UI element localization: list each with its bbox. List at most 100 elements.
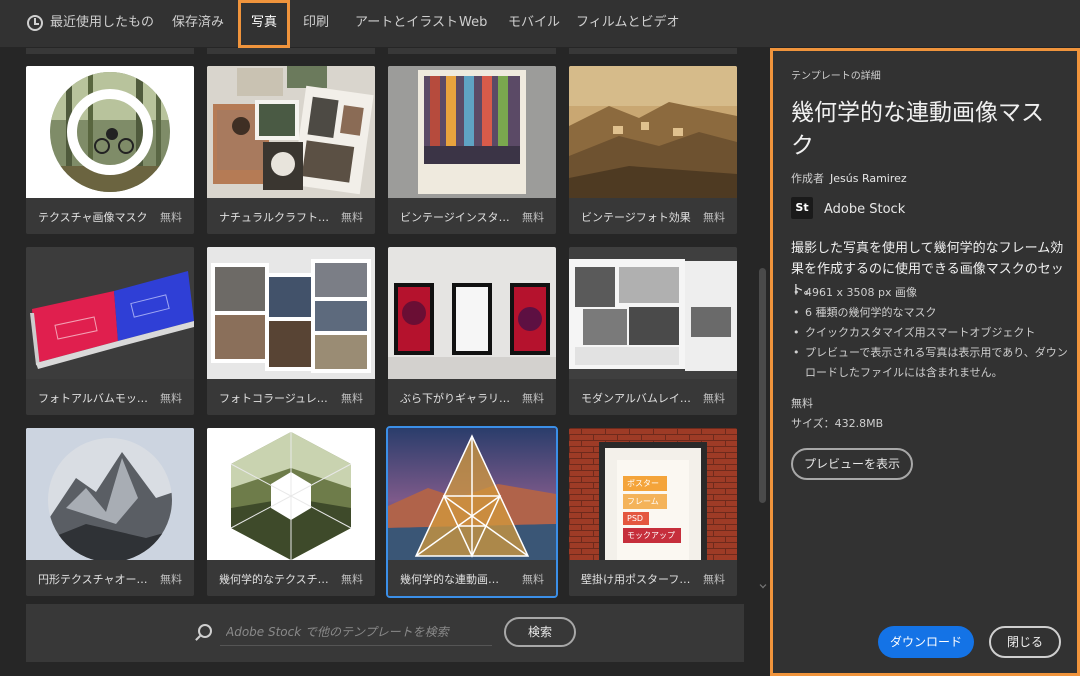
template-card[interactable]: ナチュラルクラフトムード… 無料 — [207, 66, 375, 234]
feature-list: 4961 x 3508 px 画像 6 種類の幾何学的なマスク クイックカスタマ… — [791, 283, 1071, 383]
template-thumbnail — [388, 247, 556, 379]
card-title: フォトアルバムモックア… — [38, 392, 153, 405]
card-title: 円形テクスチャオーバー… — [38, 573, 153, 586]
tab-saved[interactable]: 保存済み — [172, 0, 224, 48]
card-price: 無料 — [522, 573, 544, 586]
card-caption: フォトコラージュレイアウト 無料 — [207, 379, 375, 415]
stock-search-bar: 検索 — [26, 604, 744, 662]
stock-search-input[interactable] — [220, 618, 492, 646]
tab-art[interactable]: アートとイラスト — [355, 0, 458, 48]
card-price: 無料 — [703, 211, 725, 224]
card-caption: 壁掛け用ポスターフレ… 無料 — [569, 560, 737, 596]
template-card[interactable]: ポスター フレーム PSD モックアップ 壁掛け用ポスターフレ… 無料 — [569, 428, 737, 596]
card-title: 壁掛け用ポスターフレ… — [581, 573, 696, 586]
template-grid: テクスチャ画像マスク 無料 ナチュラルクラフトム 無料 ビンテージインスタン 無… — [0, 48, 770, 676]
card-caption: ビンテージインスタント… 無料 — [388, 198, 556, 234]
author-label: 作成者 — [791, 172, 824, 185]
card-price: 無料 — [522, 211, 544, 224]
template-category-tabs: 最近使用したもの 保存済み 写真 印刷 アートとイラスト Web モバイル フィ… — [0, 0, 1080, 48]
clock-icon — [27, 15, 43, 31]
feature-item: 4961 x 3508 px 画像 — [791, 283, 1071, 303]
card-price: 無料 — [341, 573, 363, 586]
download-button[interactable]: ダウンロード — [878, 626, 974, 658]
template-thumbnail — [388, 428, 556, 560]
poster-line: モックアップ — [623, 528, 681, 543]
card-price: 無料 — [341, 392, 363, 405]
panel-header: テンプレートの詳細 — [791, 71, 881, 82]
template-thumbnail — [26, 247, 194, 379]
tab-photo[interactable]: 写真 — [238, 0, 291, 48]
search-icon — [198, 624, 212, 638]
template-card[interactable]: フォトアルバムモックア… 無料 — [26, 247, 194, 415]
template-details-panel: テンプレートの詳細 幾何学的な連動画像マスク 作成者 Jesús Ramirez … — [770, 48, 1080, 676]
card-title: ビンテージフォト効果 — [581, 211, 691, 224]
template-card[interactable]: 幾何学的なテクスチャ… 無料 — [207, 428, 375, 596]
template-thumbnail — [26, 66, 194, 198]
card-title: フォトコラージュレイアウト — [219, 392, 334, 405]
card-title: ぶら下がりギャラリーフ… — [400, 392, 515, 405]
template-title: 幾何学的な連動画像マスク — [791, 100, 1044, 159]
card-price: 無料 — [160, 573, 182, 586]
template-thumbnail: ポスター フレーム PSD モックアップ — [569, 428, 737, 560]
card-title: ビンテージインスタント… — [400, 211, 515, 224]
feature-item: クイックカスタマイズ用スマートオブジェクト — [791, 323, 1071, 343]
card-price: 無料 — [160, 392, 182, 405]
scrollbar-thumb[interactable] — [759, 268, 766, 503]
poster-text-block: ポスター フレーム PSD モックアップ — [623, 476, 703, 543]
card-caption: フォトアルバムモックア… 無料 — [26, 379, 194, 415]
card-caption: ビンテージフォト効果 無料 — [569, 198, 737, 234]
feature-item: 6 種類の幾何学的なマスク — [791, 303, 1071, 323]
author-line: 作成者 Jesús Ramirez — [791, 170, 907, 186]
card-stub — [26, 48, 194, 54]
tab-film[interactable]: フィルムとビデオ — [576, 0, 679, 48]
template-card[interactable]: テクスチャ画像マスク 無料 — [26, 66, 194, 234]
poster-line: フレーム — [623, 494, 667, 509]
card-caption: モダンアルバムレイアウト 無料 — [569, 379, 737, 415]
template-card[interactable]: フォトコラージュレイアウト 無料 — [207, 247, 375, 415]
template-thumbnail — [207, 247, 375, 379]
template-thumbnail — [26, 428, 194, 560]
card-price: 無料 — [522, 392, 544, 405]
template-price: 無料 — [791, 397, 813, 410]
card-caption: ぶら下がりギャラリーフ… 無料 — [388, 379, 556, 415]
card-price: 無料 — [703, 573, 725, 586]
tab-mobile[interactable]: モバイル — [508, 0, 560, 48]
template-thumbnail — [207, 428, 375, 560]
tab-recent[interactable]: 最近使用したもの — [50, 0, 154, 48]
search-button[interactable]: 検索 — [504, 617, 576, 647]
template-thumbnail — [388, 66, 556, 198]
card-title: モダンアルバムレイアウト — [581, 392, 696, 405]
card-title: 幾何学的な連動画… — [400, 573, 499, 586]
template-card[interactable]: モダンアルバムレイアウト 無料 — [569, 247, 737, 415]
poster-line: ポスター — [623, 476, 667, 491]
card-caption: ナチュラルクラフトムード… 無料 — [207, 198, 375, 234]
template-thumbnail — [207, 66, 375, 198]
template-size: サイズ：432.8MB — [791, 417, 884, 430]
source-name: Adobe Stock — [824, 202, 906, 217]
preview-button[interactable]: プレビューを表示 — [791, 448, 913, 480]
author-name: Jesús Ramirez — [830, 172, 907, 185]
template-thumbnail — [569, 247, 737, 379]
template-card[interactable]: ビンテージフォト効果 無料 — [569, 66, 737, 234]
template-card[interactable]: ビンテージインスタント… 無料 — [388, 66, 556, 234]
tab-print[interactable]: 印刷 — [303, 0, 329, 48]
template-card-selected[interactable]: 幾何学的な連動画… 無料 — [386, 426, 558, 598]
close-button[interactable]: 閉じる — [989, 626, 1061, 658]
card-title: 幾何学的なテクスチャ… — [219, 573, 334, 586]
card-caption: 幾何学的な連動画… 無料 — [388, 560, 556, 596]
card-stub — [388, 48, 556, 54]
feature-item: プレビューで表示される写真は表示用であり、ダウンロードしたファイルには含まれませ… — [791, 343, 1071, 383]
card-stub — [569, 48, 737, 54]
card-caption: 幾何学的なテクスチャ… 無料 — [207, 560, 375, 596]
card-caption: テクスチャ画像マスク 無料 — [26, 198, 194, 234]
card-title: テクスチャ画像マスク — [38, 211, 148, 224]
card-price: 無料 — [160, 211, 182, 224]
template-thumbnail — [569, 66, 737, 198]
template-card[interactable]: ぶら下がりギャラリーフ… 無料 — [388, 247, 556, 415]
poster-line: PSD — [623, 512, 649, 525]
template-card[interactable]: 円形テクスチャオーバー… 無料 — [26, 428, 194, 596]
card-price: 無料 — [341, 211, 363, 224]
card-caption: 円形テクスチャオーバー… 無料 — [26, 560, 194, 596]
card-price: 無料 — [703, 392, 725, 405]
tab-web[interactable]: Web — [459, 0, 487, 48]
